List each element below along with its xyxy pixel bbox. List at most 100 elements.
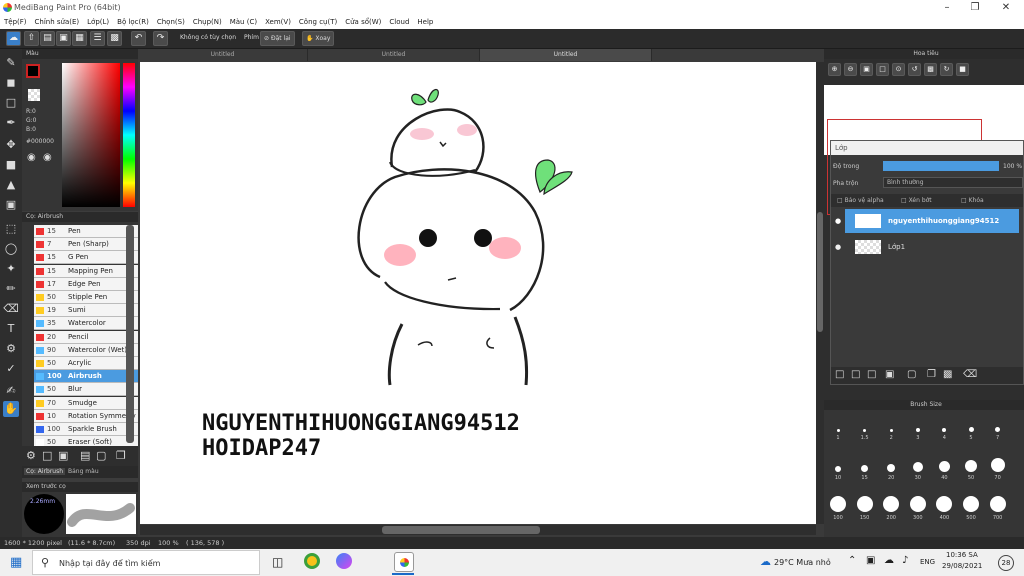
visibility-icon[interactable]: ● xyxy=(835,209,841,233)
eyedropper-icon[interactable]: ✓ xyxy=(3,361,19,377)
menu-file[interactable]: Tệp(F) xyxy=(0,16,31,29)
new-layer-1bit-icon[interactable]: □ xyxy=(867,369,876,380)
cloud-sync-icon[interactable]: ☁ xyxy=(884,555,894,566)
menu-select[interactable]: Chọn(S) xyxy=(153,16,189,29)
windows-start-icon[interactable]: ▦ xyxy=(10,555,22,570)
select-eraser-icon[interactable]: ⌫ xyxy=(3,301,19,317)
brush-size-option[interactable]: 15 xyxy=(854,454,876,490)
text-tool-icon[interactable]: T xyxy=(3,321,19,337)
brush-size-option[interactable]: 3 xyxy=(907,414,929,450)
weather-icon[interactable]: ☁ xyxy=(760,555,771,568)
rect-tool-icon[interactable]: ■ xyxy=(3,157,19,173)
brush-size-option[interactable]: 4 xyxy=(933,414,955,450)
copy-brush-icon[interactable]: ▤ xyxy=(80,449,90,462)
brush-size-option[interactable]: 2 xyxy=(880,414,902,450)
protect-alpha-checkbox[interactable]: □ Bảo vệ alpha xyxy=(837,194,884,207)
brush-size-option[interactable]: 40 xyxy=(933,454,955,490)
foreground-color-swatch[interactable] xyxy=(26,64,40,78)
horizontal-scrollbar[interactable] xyxy=(140,525,816,535)
menu-filter[interactable]: Bộ lọc(R) xyxy=(113,16,153,29)
eraser-tool-icon[interactable]: ◼ xyxy=(3,75,19,91)
messenger-icon[interactable] xyxy=(336,553,352,569)
brush-size-option[interactable]: 1.5 xyxy=(854,414,876,450)
brush-size-option[interactable]: 50 xyxy=(960,454,982,490)
comment-icon[interactable]: ▤ xyxy=(40,31,55,46)
gradient-tool-icon[interactable]: ▣ xyxy=(3,197,19,213)
redo-icon[interactable]: ↷ xyxy=(153,31,168,46)
new-layer-icon[interactable]: □ xyxy=(835,369,844,380)
weather-text[interactable]: 29°C Mưa nhỏ xyxy=(774,558,831,567)
brush-size-option[interactable]: 500 xyxy=(960,494,982,530)
doc-tab-3[interactable]: Untitled xyxy=(480,49,652,61)
brush-size-option[interactable]: 70 xyxy=(987,454,1009,490)
duplicate-layer-icon[interactable]: ❐ xyxy=(927,369,936,380)
cloud-icon[interactable]: ☁ xyxy=(6,31,21,46)
export-icon[interactable]: ⇧ xyxy=(24,31,39,46)
shape-tool-icon[interactable]: □ xyxy=(3,95,19,111)
grid-icon[interactable]: ▦ xyxy=(72,31,87,46)
hue-slider[interactable] xyxy=(123,63,135,207)
medibang-task-icon[interactable] xyxy=(394,552,414,572)
vertical-scrollbar[interactable] xyxy=(816,62,824,524)
layers-icon[interactable]: ▩ xyxy=(107,31,122,46)
divide-tool-icon[interactable]: ⚙ xyxy=(3,341,19,357)
brush-size-option[interactable]: 20 xyxy=(880,454,902,490)
menu-cloud[interactable]: Cloud xyxy=(385,16,413,29)
clock-date[interactable]: 29/08/2021 xyxy=(942,562,982,570)
maximize-button[interactable]: ❐ xyxy=(964,1,986,15)
brush-size-option[interactable]: 100 xyxy=(827,494,849,530)
zoom-reset-icon[interactable]: ⊙ xyxy=(892,63,905,76)
blend-mode-select[interactable]: Bình thường xyxy=(883,177,1023,188)
tab-brush[interactable]: Cọ: Airbrush xyxy=(24,468,66,475)
delete-layer-icon[interactable]: ⌫ xyxy=(963,369,977,380)
new-brush-icon[interactable]: □ xyxy=(42,449,52,462)
background-color-swatch[interactable] xyxy=(28,89,40,101)
fit-icon[interactable]: ▣ xyxy=(860,63,873,76)
lock-checkbox[interactable]: □ Khóa xyxy=(961,194,984,207)
dropper-tool-icon[interactable]: ✍ xyxy=(3,383,19,399)
menu-view[interactable]: Xem(V) xyxy=(261,16,295,29)
zoom-in-icon[interactable]: ⊕ xyxy=(828,63,841,76)
brush-size-option[interactable]: 1 xyxy=(827,414,849,450)
notification-badge[interactable]: 28 xyxy=(998,555,1014,571)
layer-row-base[interactable]: ● Lớp1 xyxy=(835,235,1019,259)
layer-row-text[interactable]: ● nguyenthihuonggiang94512 xyxy=(835,209,1019,233)
brush-size-option[interactable]: 150 xyxy=(854,494,876,530)
brush-size-option[interactable]: 10 xyxy=(827,454,849,490)
pen-tool-icon[interactable]: ✒ xyxy=(3,115,19,131)
select-tool-icon[interactable]: ⬚ xyxy=(3,221,19,237)
reset-button[interactable]: ⊘ Đặt lại xyxy=(260,31,295,46)
brush-tool-icon[interactable]: ✎ xyxy=(3,55,19,71)
opacity-slider[interactable] xyxy=(883,161,999,171)
brush-settings-icon[interactable]: ⚙ xyxy=(26,449,36,462)
select-pen-icon[interactable]: ✏ xyxy=(3,281,19,297)
task-view-icon[interactable]: ◫ xyxy=(272,555,283,569)
drawing-canvas[interactable]: NGUYENTHIHUONGGIANG94512 HOIDAP247 xyxy=(140,62,816,524)
brush-size-option[interactable]: 400 xyxy=(933,494,955,530)
brush-size-option[interactable]: 30 xyxy=(907,454,929,490)
doc-tab-2[interactable]: Untitled xyxy=(308,49,480,61)
taskbar-search[interactable]: ⚲ Nhập tại đây để tìm kiếm xyxy=(32,550,260,575)
folder-icon[interactable]: ▢ xyxy=(96,449,106,462)
palette-add-icon[interactable]: ◉ xyxy=(43,152,52,163)
menu-edit[interactable]: Chỉnh sửa(E) xyxy=(31,16,84,29)
clock-time[interactable]: 10:36 SA xyxy=(946,551,978,559)
browser-icon[interactable] xyxy=(304,553,320,569)
minimize-button[interactable]: – xyxy=(936,1,958,15)
move-tool-icon[interactable]: ✥ xyxy=(3,137,19,153)
network-icon[interactable]: ▣ xyxy=(866,555,875,566)
magic-wand-icon[interactable]: ✦ xyxy=(3,261,19,277)
close-button[interactable]: ✕ xyxy=(995,1,1017,15)
fullscreen-icon[interactable]: ▩ xyxy=(924,63,937,76)
fill-tool-icon[interactable]: ▲ xyxy=(3,177,19,193)
duplicate-icon[interactable]: ❐ xyxy=(116,449,126,462)
rotate-left-icon[interactable]: ↺ xyxy=(908,63,921,76)
brush-size-option[interactable]: 200 xyxy=(880,494,902,530)
new-layer-8bit-icon[interactable]: □ xyxy=(851,369,860,380)
brush-size-option[interactable]: 7 xyxy=(987,414,1009,450)
chevron-up-icon[interactable]: ⌃ xyxy=(848,555,856,566)
brush-size-option[interactable]: 5 xyxy=(960,414,982,450)
add-brush-icon[interactable]: ▣ xyxy=(58,449,68,462)
zoom-out-icon[interactable]: ⊖ xyxy=(844,63,857,76)
palette-icon[interactable]: ◉ xyxy=(27,152,36,163)
